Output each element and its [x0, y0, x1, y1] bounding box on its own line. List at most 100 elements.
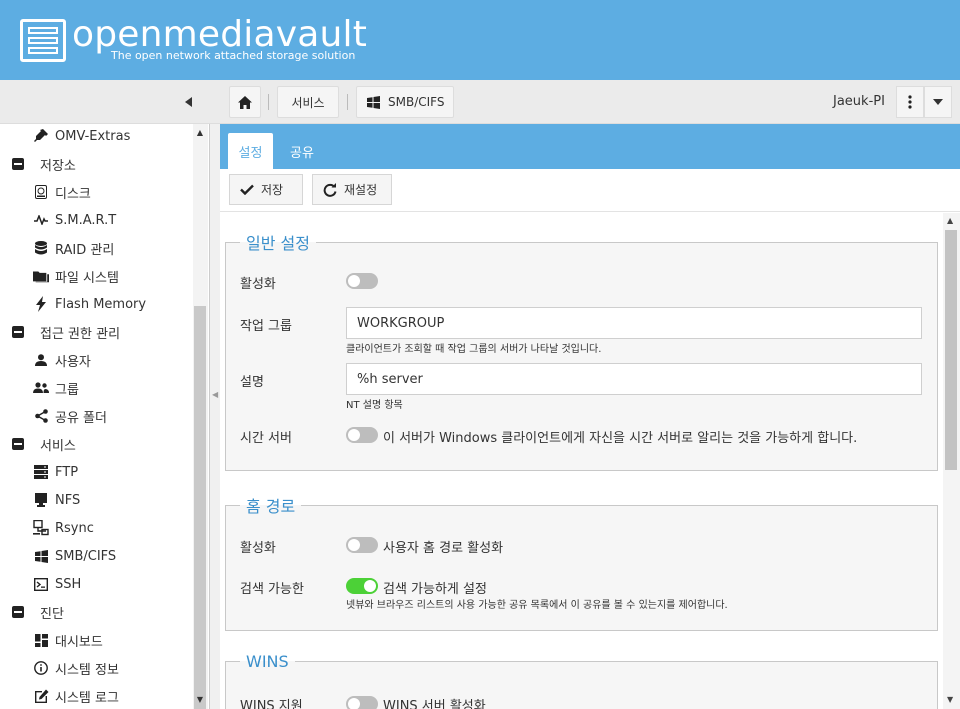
app-subtitle: The open network attached storage soluti… — [111, 49, 356, 62]
sidebar-item-shared-folders[interactable]: 공유 폴더 — [0, 402, 192, 430]
kebab-icon — [908, 95, 912, 109]
enable-toggle[interactable] — [346, 273, 378, 289]
pulse-icon — [33, 212, 49, 228]
collapse-icon — [10, 324, 26, 340]
server-icon — [33, 464, 49, 480]
workgroup-hint: 클라이언트가 조회할 때 작업 그룹의 서버가 나타날 것입니다. — [346, 344, 602, 355]
scroll-up-icon[interactable]: ▲ — [195, 128, 205, 138]
sidebar-item-omv-extras[interactable]: OMV-Extras — [0, 124, 192, 150]
sidebar-scroll-thumb[interactable] — [194, 306, 206, 709]
dropdown-button[interactable] — [924, 86, 952, 118]
content-scrollbar[interactable]: ▲ ▼ — [943, 213, 960, 709]
action-bar: 저장 재설정 — [220, 169, 960, 211]
browseable-hint: 넷뷰와 브라우즈 리스트의 사용 가능한 공유 목록에서 이 공유를 볼 수 있… — [346, 600, 728, 611]
save-button[interactable]: 저장 — [229, 174, 303, 205]
sidebar-item-dashboard[interactable]: 대시보드 — [0, 626, 192, 654]
workgroup-label: 작업 그룹 — [240, 319, 292, 334]
breadcrumb-separator — [268, 94, 269, 110]
collapse-icon — [10, 604, 26, 620]
folders-icon — [33, 268, 49, 284]
section-title: 홈 경로 — [246, 497, 296, 516]
workgroup-input[interactable]: WORKGROUP — [346, 307, 922, 339]
group-icon — [33, 380, 49, 396]
time-server-toggle[interactable] — [346, 427, 378, 443]
network-icon — [33, 520, 49, 536]
chevron-left-icon — [184, 97, 192, 107]
sidebar-item-smart[interactable]: S.M.A.R.T — [0, 206, 192, 234]
reset-button[interactable]: 재설정 — [312, 174, 392, 205]
collapse-icon — [10, 156, 26, 172]
tab-shares[interactable]: 공유 — [282, 133, 322, 169]
wins-support-text: WINS 서버 활성화 — [383, 699, 486, 709]
user-icon — [33, 352, 49, 368]
dashboard-icon — [33, 632, 49, 648]
description-input[interactable]: %h server — [346, 363, 922, 395]
share-icon — [33, 408, 49, 424]
wins-support-toggle[interactable] — [346, 696, 378, 709]
sidebar-item-groups[interactable]: 그룹 — [0, 374, 192, 402]
toolbar: 서비스 SMB/CIFS Jaeuk-PI — [0, 80, 960, 124]
sidebar-item-flash-memory[interactable]: Flash Memory — [0, 290, 192, 318]
logo-icon — [20, 19, 66, 62]
terminal-icon — [33, 576, 49, 592]
wins-support-label: WINS 지원 — [240, 699, 303, 709]
database-icon — [33, 240, 49, 256]
edit-icon — [33, 688, 49, 704]
sidebar-group-storage[interactable]: 저장소 — [0, 150, 192, 178]
breadcrumb-separator — [347, 94, 348, 110]
sidebar-item-nfs[interactable]: NFS — [0, 486, 192, 514]
content-scroll-thumb[interactable] — [945, 230, 957, 470]
sidebar-item-disks[interactable]: 디스크 — [0, 178, 192, 206]
collapse-icon — [10, 436, 26, 452]
sidebar-group-diagnostics[interactable]: 진단 — [0, 598, 192, 626]
sidebar-item-smb[interactable]: SMB/CIFS — [0, 542, 192, 570]
sidebar-item-filesystems[interactable]: 파일 시스템 — [0, 262, 192, 290]
scroll-up-icon[interactable]: ▲ — [947, 216, 953, 225]
hostname: Jaeuk-PI — [833, 94, 885, 109]
tab-settings[interactable]: 설정 — [228, 133, 273, 169]
scroll-down-icon[interactable]: ▼ — [195, 695, 205, 705]
wins-section: WINS — [225, 652, 938, 709]
sidebar-item-system-info[interactable]: 시스템 정보 — [0, 654, 192, 682]
time-server-label: 시간 서버 — [240, 431, 292, 446]
section-title: 일반 설정 — [246, 234, 310, 253]
info-icon — [33, 660, 49, 676]
disk-icon — [33, 184, 49, 200]
caret-down-icon — [933, 99, 943, 105]
more-menu-button[interactable] — [896, 86, 924, 118]
sidebar-group-access[interactable]: 접근 권한 관리 — [0, 318, 192, 346]
sidebar-splitter[interactable]: ◀ — [210, 124, 220, 709]
breadcrumb-home[interactable] — [229, 86, 261, 118]
sidebar-item-rsync[interactable]: Rsync — [0, 514, 192, 542]
plug-icon — [33, 128, 49, 144]
windows-icon — [33, 548, 49, 564]
sidebar-item-raid[interactable]: RAID 관리 — [0, 234, 192, 262]
windows-icon — [367, 95, 380, 109]
sidebar-item-ssh[interactable]: SSH — [0, 570, 192, 598]
home-icon — [238, 95, 252, 109]
enable-label: 활성화 — [240, 277, 276, 292]
bolt-icon — [33, 296, 49, 312]
homes-enable-toggle[interactable] — [346, 537, 378, 553]
chevron-left-icon: ◀ — [212, 390, 219, 399]
sidebar-nav: OMV-Extras 저장소 디스크 S.M.A.R.T RAID 관리 파일 … — [0, 124, 210, 709]
time-server-text: 이 서버가 Windows 클라이언트에게 자신을 시간 서버로 알리는 것을 … — [383, 431, 858, 446]
sidebar-item-ftp[interactable]: FTP — [0, 458, 192, 486]
tab-bar: 설정 공유 — [220, 124, 960, 169]
check-icon — [240, 184, 254, 195]
sidebar-item-system-logs[interactable]: 시스템 로그 — [0, 682, 192, 709]
collapse-sidebar-button[interactable] — [178, 90, 198, 114]
sidebar-item-users[interactable]: 사용자 — [0, 346, 192, 374]
breadcrumb-smb-label: SMB/CIFS — [388, 95, 445, 109]
homes-enable-text: 사용자 홈 경로 활성화 — [383, 541, 504, 556]
sidebar-group-services[interactable]: 서비스 — [0, 430, 192, 458]
monitor-icon — [33, 492, 49, 508]
breadcrumb-services[interactable]: 서비스 — [277, 86, 339, 118]
breadcrumb-smb[interactable]: SMB/CIFS — [356, 86, 454, 118]
scroll-down-icon[interactable]: ▼ — [947, 695, 953, 704]
settings-form: 일반 설정 활성화 작업 그룹 WORKGROUP 클라이언트가 조회할 때 작… — [220, 211, 960, 709]
browseable-text: 검색 가능하게 설정 — [383, 582, 487, 597]
section-title: WINS — [246, 652, 289, 671]
refresh-icon — [323, 182, 337, 197]
browseable-toggle[interactable] — [346, 578, 378, 594]
